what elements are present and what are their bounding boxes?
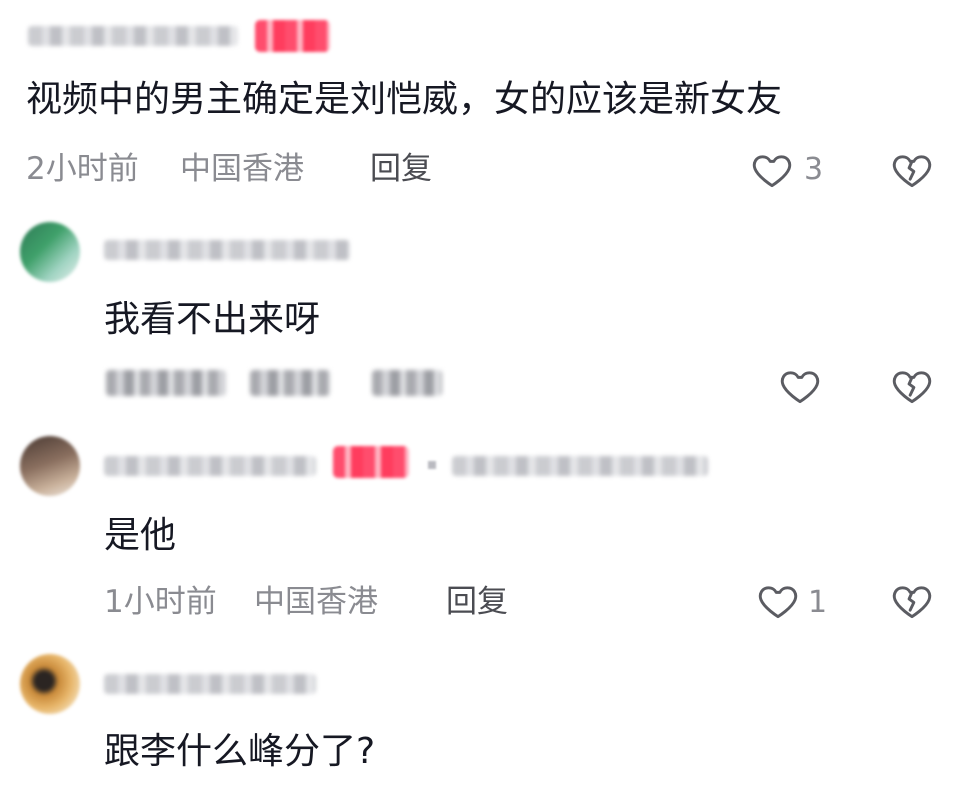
comment-text: 是他 — [104, 515, 177, 556]
avatar[interactable] — [20, 654, 80, 714]
comment-text: 跟李什么峰分了? — [104, 731, 376, 772]
replied-to-username-redacted[interactable] — [452, 456, 708, 476]
author-tag-redacted — [255, 20, 330, 52]
broken-heart-icon[interactable] — [890, 364, 934, 408]
reply-arrow-icon — [428, 461, 436, 469]
username-redacted[interactable] — [104, 456, 316, 476]
username-redacted[interactable] — [104, 240, 350, 260]
comment-text: 我看不出来呀 — [104, 299, 321, 340]
comment-time: 1小时前 — [104, 584, 217, 620]
comment-time-redacted — [106, 370, 226, 396]
broken-heart-icon[interactable] — [890, 148, 934, 192]
heart-outline-icon[interactable] — [778, 364, 822, 408]
reply-button-redacted[interactable] — [372, 370, 442, 396]
avatar[interactable] — [20, 222, 80, 282]
comment-time: 2小时前 — [26, 151, 139, 187]
reply-button[interactable]: 回复 — [370, 150, 432, 188]
comment-location: 中国香港 — [254, 584, 378, 620]
heart-outline-icon[interactable] — [756, 579, 800, 623]
comment-text: 视频中的男主确定是刘恺威，女的应该是新女友 — [26, 79, 783, 120]
username-redacted[interactable] — [104, 674, 316, 694]
comment-location-redacted — [250, 370, 330, 396]
like-count: 1 — [808, 585, 828, 620]
heart-outline-icon[interactable] — [750, 148, 794, 192]
username-redacted[interactable] — [28, 26, 238, 46]
broken-heart-icon[interactable] — [890, 579, 934, 623]
author-tag-redacted — [333, 446, 409, 478]
reply-button[interactable]: 回复 — [446, 583, 508, 621]
comment-location: 中国香港 — [180, 151, 304, 187]
avatar[interactable] — [20, 436, 80, 496]
like-count: 3 — [804, 152, 824, 187]
